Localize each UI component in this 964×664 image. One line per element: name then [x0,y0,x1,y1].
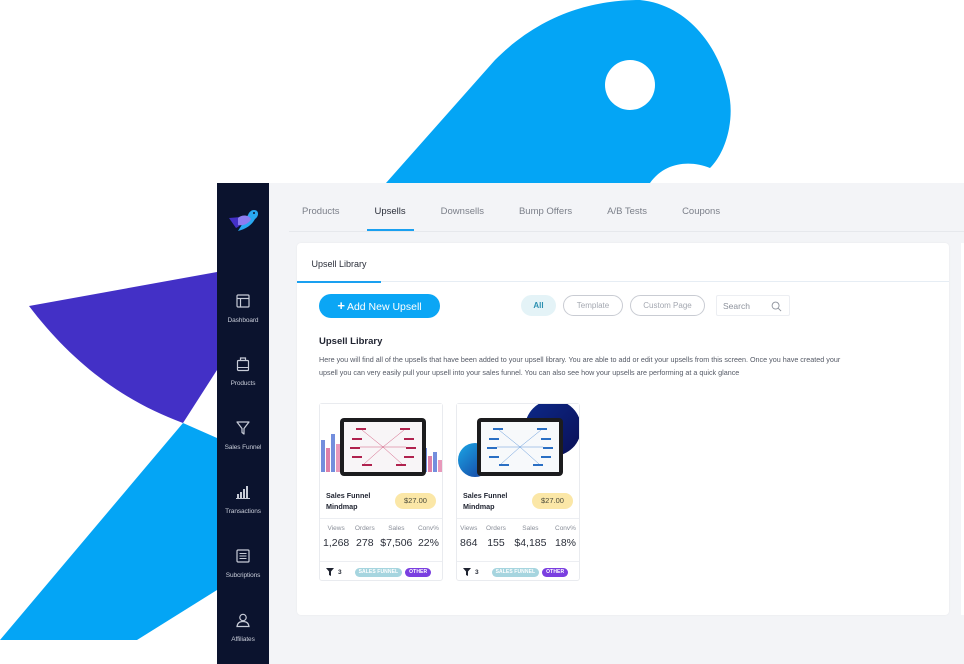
stat-label: Sales [522,525,539,532]
sidebar-item-label: Subcriptions [225,572,261,579]
tab-ab-tests[interactable]: A/B Tests [599,183,655,231]
stat-value: 155 [487,537,505,549]
divider [289,231,964,232]
tab-coupons[interactable]: Coupons [674,183,728,231]
section-tabs: Products Upsells Downsells Bump Offers A… [294,183,747,231]
stat-label: Views [327,525,345,532]
stat-conversion: Conv% 18% [555,525,576,549]
sidebar-item-sales-funnel[interactable]: Sales Funnel [217,420,269,476]
card-footer: 3 SALES FUNNEL OTHER [463,566,573,578]
stat-views: Views 864 [460,525,478,549]
stat-label: Conv% [555,525,576,532]
stat-orders: Orders 278 [355,525,375,549]
search-box[interactable] [716,295,790,316]
filter-all[interactable]: All [521,295,556,316]
stat-value: 18% [554,537,576,549]
stat-value: $7,506 [380,537,413,549]
sidebar-item-label: Affiliates [231,636,255,643]
price-badge: $27.00 [395,493,436,509]
bird-head-shape [386,0,731,183]
upsell-card[interactable]: Sales Funnel Mindmap $27.00 Views 864 Ord… [456,403,580,581]
sidebar-item-label: Sales Funnel [224,444,262,451]
section-description: Here you will find all of the upsells th… [319,355,841,377]
search-icon[interactable] [771,301,782,312]
price-badge: $27.00 [532,493,573,509]
filter-group: All Template Custom Page [521,295,790,316]
upsell-library-panel: Upsell Library + Add New Upsell All Templ… [297,243,949,615]
sidebar-item-label: Products [230,380,256,387]
bar-chart-icon [236,486,250,499]
plus-icon: + [337,298,345,313]
stat-value: 22% [417,537,439,549]
sidebar-item-affiliates[interactable]: Affiliates [217,612,269,664]
filter-custom-page[interactable]: Custom Page [630,295,705,316]
stats-row: Views 1,268 Orders 278 Sales $7,506 Conv% 22… [323,525,439,549]
search-input[interactable] [723,299,768,313]
stat-sales: Sales $7,506 [380,525,412,549]
tab-downsells[interactable]: Downsells [433,183,492,231]
stat-orders: Orders 155 [486,525,506,549]
add-new-upsell-button[interactable]: + Add New Upsell [319,294,440,318]
stat-label: Orders [354,525,375,532]
sidebar-item-transactions[interactable]: Transactions [217,484,269,540]
bird-tail-blue-shape [0,423,217,640]
sidebar-item-products[interactable]: Products [217,356,269,412]
funnel-count: 3 [338,568,342,576]
filter-template[interactable]: Template [563,295,623,316]
upsell-name: Sales Funnel Mindmap [463,491,508,511]
tag-other[interactable]: OTHER [542,567,569,577]
tab-upsell-library[interactable]: Upsell Library [297,243,381,283]
divider [457,561,579,562]
bag-icon [236,357,250,372]
stat-label: Sales [388,525,405,532]
stat-conversion: Conv% 22% [418,525,439,549]
funnel-icon [326,568,334,576]
stat-label: Conv% [417,525,439,532]
tab-upsells[interactable]: Upsells [366,183,414,231]
app-window: Dashboard Products Sales Funnel Transact… [217,183,964,664]
panel-tab-bar: Upsell Library [297,243,949,283]
stat-label: Views [460,525,478,532]
bird-logo-icon[interactable] [224,201,260,235]
sidebar-item-dashboard[interactable]: Dashboard [217,293,269,349]
stat-value: 278 [356,537,374,549]
sidebar-item-label: Dashboard [227,317,259,324]
tab-products[interactable]: Products [294,183,348,231]
user-icon [236,613,250,628]
stat-value: $4,185 [514,537,547,549]
bird-eye-shape [605,60,655,110]
upsell-name: Sales Funnel Mindmap [326,491,371,511]
funnel-icon [463,568,471,576]
sidebar-item-subscriptions[interactable]: Subcriptions [217,548,269,604]
dashboard-icon [236,294,250,308]
stat-sales: Sales $4,185 [514,525,546,549]
sidebar: Dashboard Products Sales Funnel Transact… [217,183,269,664]
stat-label: Orders [486,525,506,532]
list-icon [236,549,250,563]
tag-other[interactable]: OTHER [405,567,432,577]
tag-sales-funnel[interactable]: SALES FUNNEL [354,567,403,577]
upsell-card[interactable]: Sales Funnel Mindmap $27.00 Views 1,268 O… [319,403,443,581]
stat-views: Views 1,268 [323,525,349,549]
add-new-upsell-label: Add New Upsell [346,301,422,313]
divider [320,561,442,562]
stage: Dashboard Products Sales Funnel Transact… [0,0,964,664]
stat-value: 1,268 [323,537,350,549]
stat-value: 864 [460,537,478,549]
bird-wing-purple-shape [29,272,217,423]
upsell-thumbnail [457,404,579,482]
sidebar-item-label: Transactions [225,508,261,515]
section-title: Upsell Library [319,336,383,347]
card-footer: 3 SALES FUNNEL OTHER [326,566,436,578]
upsell-thumbnail [320,404,442,482]
funnel-icon [236,421,250,435]
divider [457,518,579,519]
top-tab-bar: Products Upsells Downsells Bump Offers A… [269,183,964,233]
funnel-count: 3 [475,568,479,576]
stats-row: Views 864 Orders 155 Sales $4,185 Conv% 18% [460,525,576,549]
tab-bump-offers[interactable]: Bump Offers [511,183,580,231]
tag-sales-funnel[interactable]: SALES FUNNEL [491,567,540,577]
divider [320,518,442,519]
